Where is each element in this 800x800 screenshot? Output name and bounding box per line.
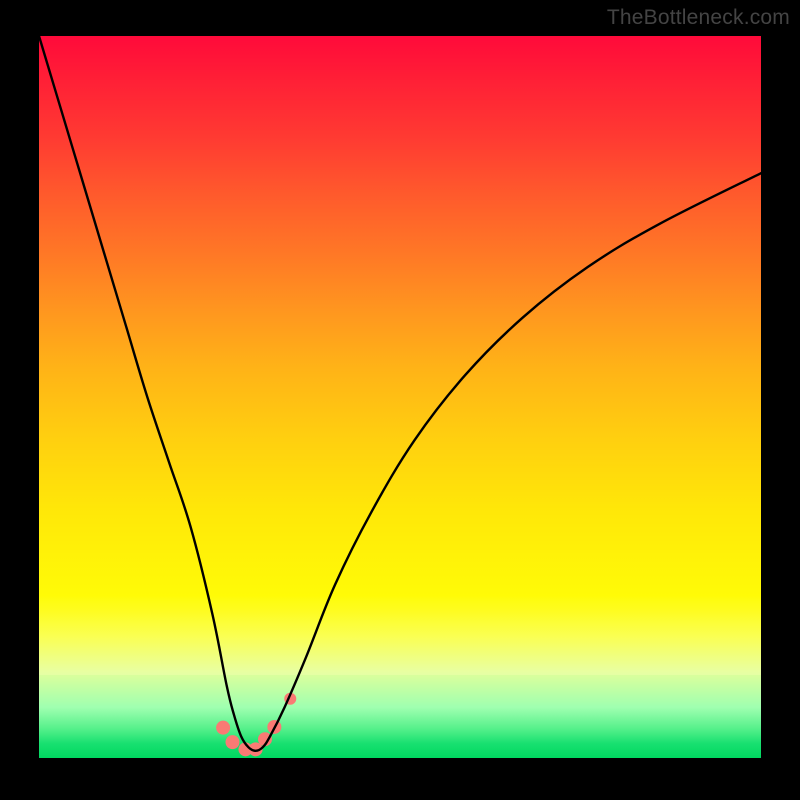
watermark-text: TheBottleneck.com xyxy=(607,6,790,30)
curve-marker xyxy=(216,721,230,735)
bottleneck-curve xyxy=(39,36,761,751)
curve-marker xyxy=(226,735,240,749)
chart-frame: TheBottleneck.com xyxy=(0,0,800,800)
chart-plot-area xyxy=(39,36,761,758)
curve-svg xyxy=(39,36,761,758)
